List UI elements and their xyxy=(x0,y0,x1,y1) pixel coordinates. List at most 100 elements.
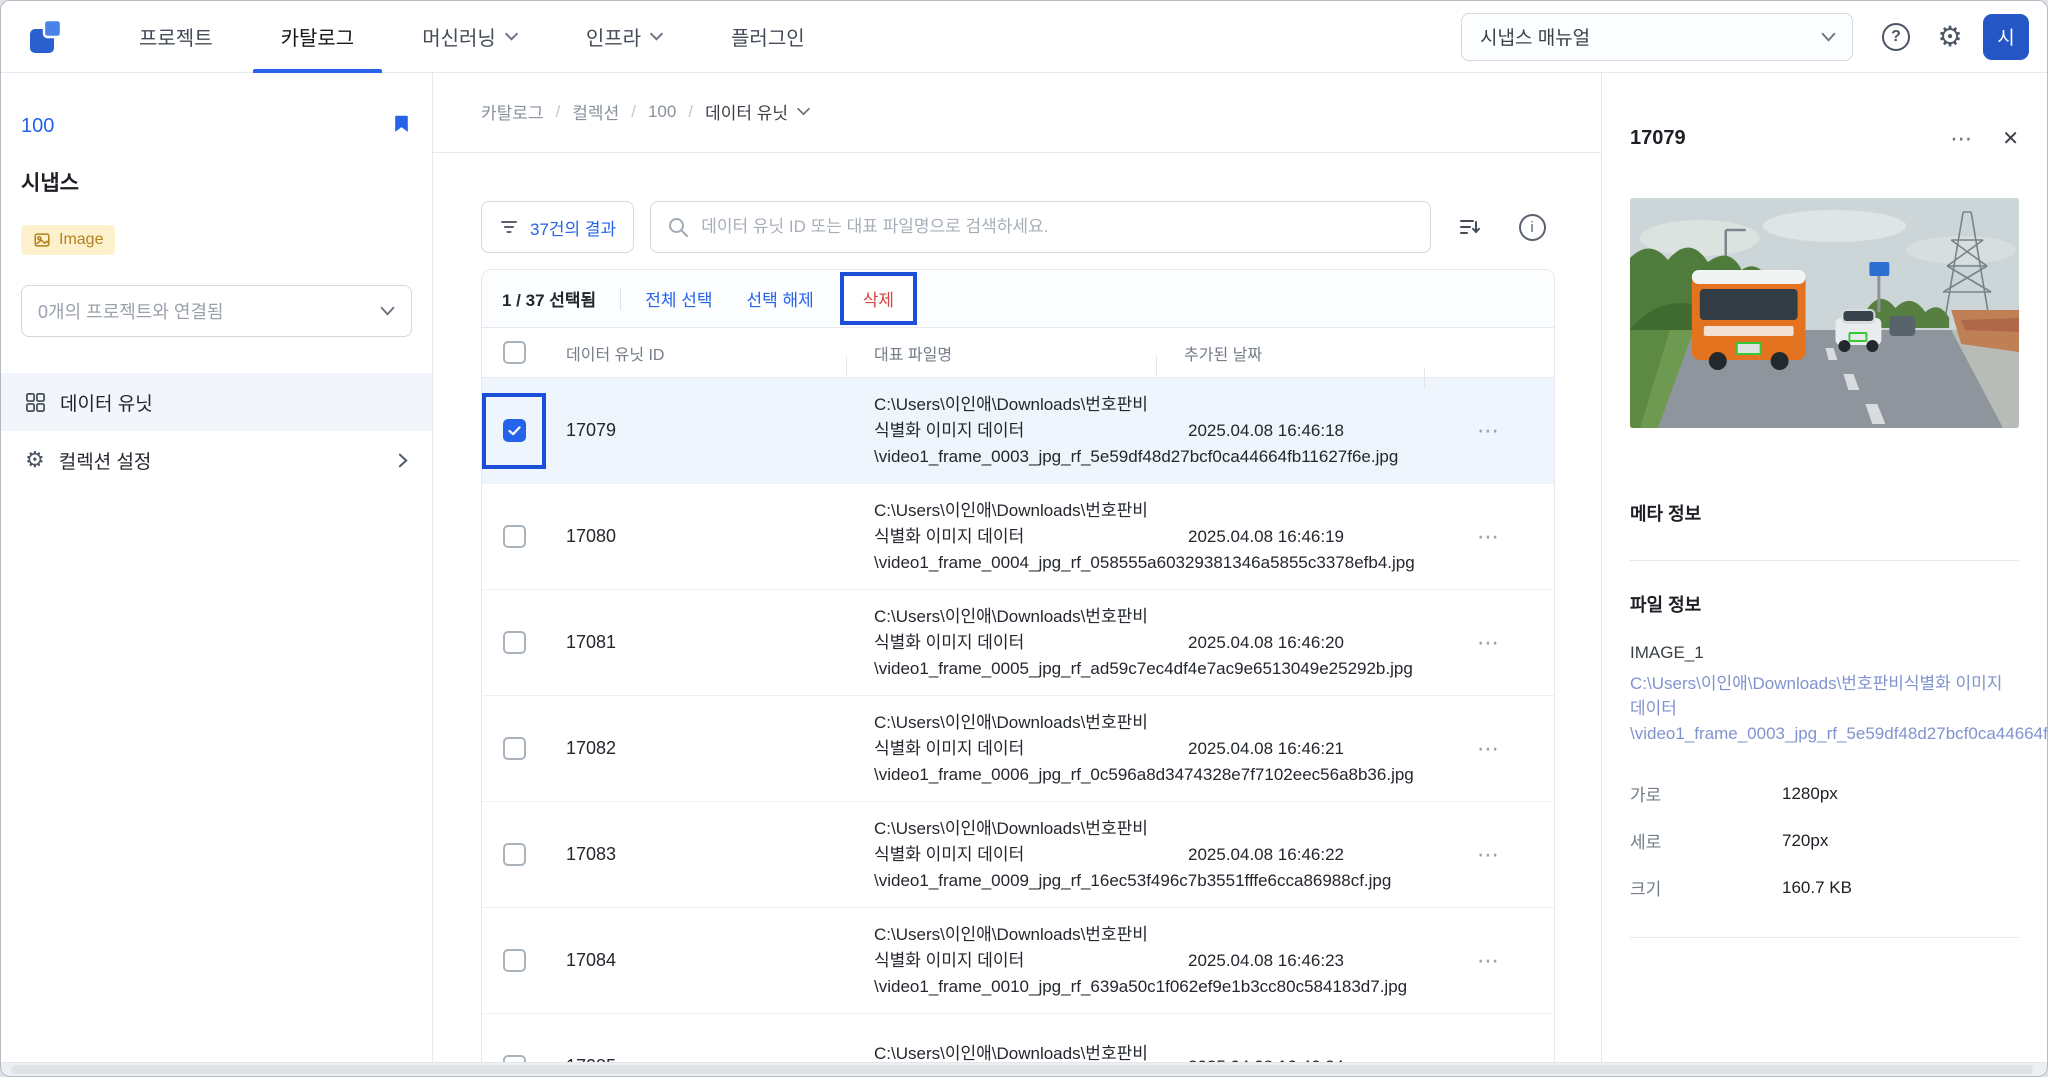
close-icon[interactable]: ✕ xyxy=(2002,129,2019,149)
top-bar: 프로젝트 카탈로그 머신러닝 인프라 플러그인 시냅스 매뉴얼 ? ⚙ 시 xyxy=(1,1,2047,73)
row-more-button[interactable]: ⋯ xyxy=(1477,631,1501,654)
select-all-button[interactable]: 전체 선택 xyxy=(645,286,712,311)
nav-item[interactable]: 인프라 xyxy=(552,1,697,73)
sidebar: 100 시냅스 Image 0개의 프로젝트와 연결됨 데이터 유닛 ⚙ 컬렉션… xyxy=(1,73,433,1076)
horizontal-scrollbar[interactable] xyxy=(1,1062,2047,1076)
nav-item[interactable]: 머신러닝 xyxy=(388,1,552,73)
file-info-title: 파일 정보 xyxy=(1630,595,1702,615)
property-row: 세로 720px xyxy=(1630,817,2019,864)
file-path-link[interactable]: C:\Users\이인애\Downloads\번호판비식별화 이미지 데이터 \… xyxy=(1630,671,2047,746)
delete-highlight-box: 삭제 xyxy=(839,272,918,325)
file-path: C:\Users\이인애\Downloads\번호판비 식별화 이미지 데이터 … xyxy=(874,712,1414,784)
chevron-down-icon xyxy=(504,32,518,41)
checkbox-highlight-box xyxy=(482,817,546,893)
table-row[interactable]: 17083 C:\Users\이인애\Downloads\번호판비 식별화 이미… xyxy=(482,802,1554,908)
row-checkbox[interactable] xyxy=(502,737,526,760)
row-checkbox[interactable] xyxy=(502,525,526,548)
row-checkbox[interactable] xyxy=(502,949,526,972)
sidebar-item-collection-settings[interactable]: ⚙ 컬렉션 설정 xyxy=(1,431,432,489)
added-date: 2025.04.08 16:46:22 xyxy=(1188,844,1344,864)
row-more-button[interactable]: ⋯ xyxy=(1477,843,1501,866)
scrollbar-thumb[interactable] xyxy=(11,1065,2033,1074)
breadcrumb-current[interactable]: 데이터 유닛 xyxy=(705,99,810,124)
chevron-down-icon xyxy=(650,32,663,41)
collection-name: 시냅스 xyxy=(21,172,79,195)
table-row[interactable]: 17080 C:\Users\이인애\Downloads\번호판비 식별화 이미… xyxy=(482,484,1554,590)
file-path: C:\Users\이인애\Downloads\번호판비 식별화 이미지 데이터 … xyxy=(874,606,1413,678)
nav-item[interactable]: 프로젝트 xyxy=(105,1,247,73)
data-units-icon xyxy=(26,392,45,412)
data-unit-id: 17082 xyxy=(566,738,617,758)
gear-icon: ⚙ xyxy=(1937,20,1963,52)
table-row[interactable]: 17079 C:\Users\이인애\Downloads\번호판비 식별화 이미… xyxy=(482,378,1554,484)
nav-item[interactable]: 카탈로그 xyxy=(247,1,389,73)
sidebar-item-label: 컬렉션 설정 xyxy=(58,451,152,473)
column-header-file: 대표 파일명 xyxy=(846,341,1156,376)
main-content: 카탈로그 / 컬렉션 / 100 / 데이터 유닛 37건의 결과 데이터 유닛… xyxy=(433,73,1601,1076)
select-all-checkbox[interactable] xyxy=(502,341,526,364)
collection-id: 100 xyxy=(21,114,55,137)
table-row[interactable]: 17084 C:\Users\이인애\Downloads\번호판비 식별화 이미… xyxy=(482,908,1554,1014)
manual-select[interactable]: 시냅스 매뉴얼 xyxy=(1461,12,1853,61)
divider xyxy=(1630,560,2019,561)
type-badge: Image xyxy=(21,225,116,255)
app-logo-icon[interactable] xyxy=(25,17,65,57)
property-label: 크기 xyxy=(1630,880,1662,899)
type-badge-label: Image xyxy=(59,231,104,248)
project-link-label: 0개의 프로젝트와 연결됨 xyxy=(38,302,224,322)
help-icon: ? xyxy=(1882,22,1910,51)
breadcrumb-item[interactable]: 100 xyxy=(648,102,676,122)
table-row[interactable]: 17081 C:\Users\이인애\Downloads\번호판비 식별화 이미… xyxy=(482,590,1554,696)
bookmark-icon[interactable] xyxy=(391,113,412,139)
check-icon xyxy=(507,425,521,435)
sidebar-item-data-units[interactable]: 데이터 유닛 xyxy=(1,373,432,431)
image-thumbnail[interactable] xyxy=(1630,198,2019,428)
sort-icon xyxy=(1460,220,1480,234)
property-value: 1280px xyxy=(1782,783,1838,803)
search-box xyxy=(650,201,1431,253)
sidebar-item-label: 데이터 유닛 xyxy=(60,393,153,415)
row-more-button[interactable]: ⋯ xyxy=(1477,949,1501,972)
row-more-button[interactable]: ⋯ xyxy=(1477,737,1501,760)
user-avatar[interactable]: 시 xyxy=(1983,13,2029,60)
selection-count: 1 / 37 선택됨 xyxy=(502,291,597,310)
property-value: 720px xyxy=(1782,830,1829,850)
selection-bar: 1 / 37 선택됨 전체 선택 선택 해제 삭제 xyxy=(482,270,1554,328)
file-path: C:\Users\이인애\Downloads\번호판비 식별화 이미지 데이터 … xyxy=(874,818,1392,890)
property-value: 160.7 KB xyxy=(1782,877,1852,897)
sort-button[interactable] xyxy=(1447,204,1493,250)
filter-button[interactable]: 37건의 결과 xyxy=(481,201,635,253)
checkbox-highlight-box xyxy=(482,923,546,999)
deselect-button[interactable]: 선택 해제 xyxy=(746,286,813,311)
search-icon xyxy=(669,218,689,237)
info-button[interactable]: i xyxy=(1509,204,1555,250)
table-header: 데이터 유닛 ID 대표 파일명 추가된 날짜 xyxy=(482,328,1554,388)
search-input[interactable] xyxy=(701,217,1414,237)
nav-item-label: 머신러닝 xyxy=(422,28,496,50)
row-checkbox[interactable] xyxy=(502,631,526,654)
breadcrumb: 카탈로그 / 컬렉션 / 100 / 데이터 유닛 xyxy=(481,99,1555,124)
detail-more-button[interactable]: ⋯ xyxy=(1950,127,1974,150)
delete-button[interactable]: 삭제 xyxy=(843,276,914,321)
breadcrumb-item[interactable]: 컬렉션 xyxy=(572,99,619,124)
added-date: 2025.04.08 16:46:21 xyxy=(1188,738,1344,758)
manual-select-value: 시냅스 매뉴얼 xyxy=(1480,28,1591,49)
nav-item-label: 프로젝트 xyxy=(139,28,213,50)
chevron-down-icon xyxy=(797,107,810,116)
table-row[interactable]: 17082 C:\Users\이인애\Downloads\번호판비 식별화 이미… xyxy=(482,696,1554,802)
table-body: 17079 C:\Users\이인애\Downloads\번호판비 식별화 이미… xyxy=(482,378,1554,1076)
row-more-button[interactable]: ⋯ xyxy=(1477,419,1501,442)
row-checkbox[interactable] xyxy=(502,419,526,442)
project-link-select[interactable]: 0개의 프로젝트와 연결됨 xyxy=(21,285,412,337)
meta-info-title: 메타 정보 xyxy=(1630,504,1702,524)
row-checkbox[interactable] xyxy=(502,843,526,866)
nav-item-label: 카탈로그 xyxy=(280,28,355,50)
nav-item[interactable]: 플러그인 xyxy=(697,1,839,73)
row-more-button[interactable]: ⋯ xyxy=(1477,525,1501,548)
settings-button[interactable]: ⚙ xyxy=(1929,16,1971,58)
sidebar-menu: 데이터 유닛 ⚙ 컬렉션 설정 xyxy=(1,373,432,489)
gear-icon: ⚙ xyxy=(25,447,45,472)
breadcrumb-item[interactable]: 카탈로그 xyxy=(481,99,544,124)
added-date: 2025.04.08 16:46:23 xyxy=(1188,950,1344,970)
help-button[interactable]: ? xyxy=(1875,16,1917,58)
